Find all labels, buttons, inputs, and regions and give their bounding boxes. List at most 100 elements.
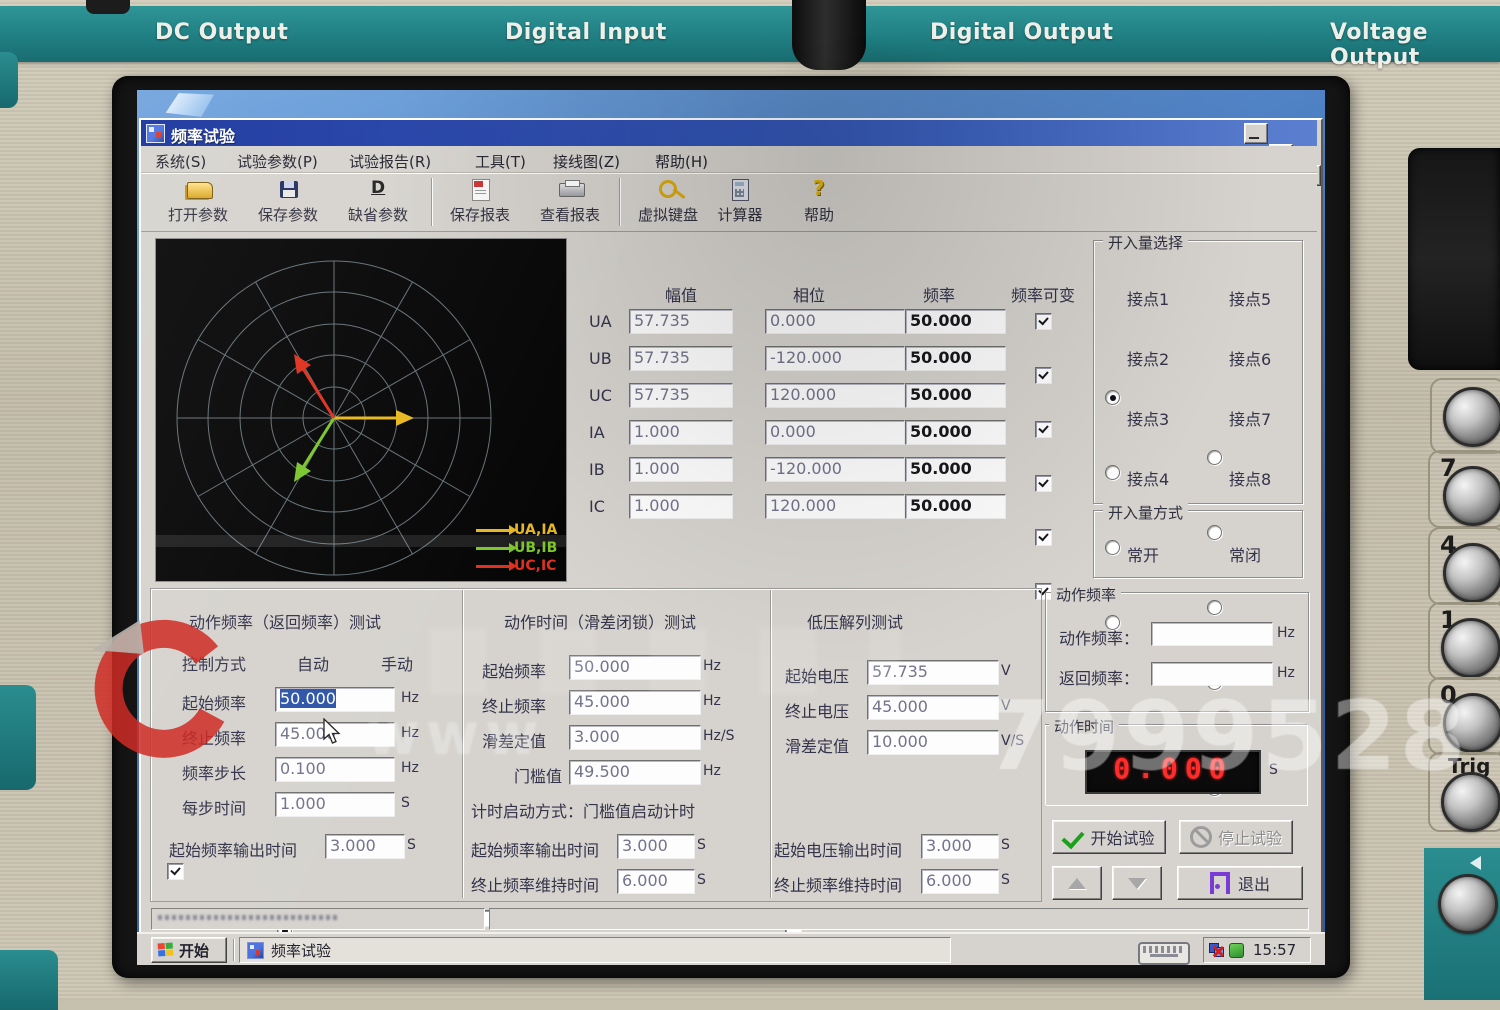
vt-end-volt-label: 终止电压 xyxy=(785,698,849,722)
step-time-input[interactable]: 1.000 xyxy=(275,792,395,817)
start-menu-button[interactable]: 开始 xyxy=(151,937,227,963)
amp-input-uc[interactable]: 57.735 xyxy=(629,383,733,408)
freq-input-ub[interactable]: 50.000 xyxy=(905,346,1006,371)
tt-threshold-input[interactable]: 49.500 xyxy=(569,760,701,785)
phase-input-ia[interactable]: 0.000 xyxy=(765,420,905,445)
menu-wiring-diagram[interactable]: 接线图(Z) xyxy=(553,151,620,172)
vt-start-volt-label: 起始电压 xyxy=(785,663,849,687)
keypad-enclosure-0: 0 xyxy=(1428,677,1500,755)
freq-test-title[interactable]: 动作频率（返回频率）测试 xyxy=(189,609,381,633)
amp-input-ua[interactable]: 57.735 xyxy=(629,309,733,334)
freq-variable-checkbox-ua[interactable] xyxy=(1035,313,1052,330)
step-down-button[interactable] xyxy=(1112,866,1162,900)
menu-test-report[interactable]: 试验报告(R) xyxy=(349,151,431,172)
keyboard-tray-icon[interactable] xyxy=(1138,942,1190,965)
contact-mode-title: 开入量方式 xyxy=(1103,502,1188,523)
tt-output-time-label: 起始频率输出时间 xyxy=(471,837,599,861)
amp-input-ia[interactable]: 1.000 xyxy=(629,420,733,445)
start-freq-input[interactable]: 50.000 xyxy=(275,687,395,712)
vt-hold-time-input[interactable]: 6.000 xyxy=(921,869,999,894)
radio-label-contact-3[interactable]: 接点3 xyxy=(1127,406,1169,430)
toolbar-view-report[interactable]: 查看报表 xyxy=(531,176,609,228)
vt-start-volt-input[interactable]: 57.735 xyxy=(867,660,999,685)
app-icon-detail-red xyxy=(156,132,161,138)
menu-help[interactable]: 帮助(H) xyxy=(655,151,708,172)
toolbar-open-params[interactable]: 打开参数 xyxy=(159,176,237,228)
tt-output-time-input[interactable]: 3.000 xyxy=(617,834,695,859)
phase-input-ub[interactable]: -120.000 xyxy=(765,346,905,371)
start-test-button[interactable]: 开始试验 xyxy=(1052,820,1166,854)
radio-contact-5[interactable] xyxy=(1207,450,1222,465)
amp-input-ub[interactable]: 57.735 xyxy=(629,346,733,371)
radio-label-contact-7[interactable]: 接点7 xyxy=(1229,406,1271,430)
radio-label-auto[interactable]: 自动 xyxy=(297,651,329,675)
step-up-button[interactable] xyxy=(1052,866,1102,900)
time-test-title[interactable]: 动作时间（滑差闭锁）测试 xyxy=(504,609,696,633)
radio-contact-2[interactable] xyxy=(1105,465,1120,480)
radio-label-normally-closed[interactable]: 常闭 xyxy=(1229,542,1261,566)
freq-input-ua[interactable]: 50.000 xyxy=(905,309,1006,334)
vector-ub xyxy=(302,418,334,469)
vt-output-time-input[interactable]: 3.000 xyxy=(921,834,999,859)
radio-label-normally-open[interactable]: 常开 xyxy=(1127,542,1159,566)
radio-label-contact-4[interactable]: 接点4 xyxy=(1127,466,1169,490)
contact-select-group xyxy=(1093,240,1303,504)
device-left-trim-top xyxy=(0,52,18,108)
amp-input-ic[interactable]: 1.000 xyxy=(629,494,733,519)
row-label: IA xyxy=(589,423,605,442)
freq-variable-checkbox-ib[interactable] xyxy=(1035,529,1052,546)
contact-select-title: 开入量选择 xyxy=(1103,232,1188,253)
row-label: UC xyxy=(589,386,612,405)
tray-status-icon[interactable] xyxy=(1229,943,1244,958)
vt-end-volt-input[interactable]: 45.000 xyxy=(867,695,999,720)
toolbar-save-params[interactable]: 保存参数 xyxy=(249,176,327,228)
phase-input-ib[interactable]: -120.000 xyxy=(765,457,905,482)
toolbar-default-params[interactable]: D 缺省参数 xyxy=(339,176,417,228)
radio-label-manual[interactable]: 手动 xyxy=(381,651,413,675)
taskbar-task-freq-test[interactable]: 频率试验 xyxy=(239,937,951,963)
stop-test-button[interactable]: 停止试验 xyxy=(1179,820,1293,854)
tt-hold-time-input[interactable]: 6.000 xyxy=(617,869,695,894)
legend-row-ua: UA,IA xyxy=(476,522,557,538)
desktop-icon[interactable] xyxy=(164,90,216,121)
tt-start-freq-input[interactable]: 50.000 xyxy=(569,655,701,680)
radio-label-contact-6[interactable]: 接点6 xyxy=(1229,346,1271,370)
tt-slip-input[interactable]: 3.000 xyxy=(569,725,701,750)
toolbar-save-report[interactable]: 保存报表 xyxy=(441,176,519,228)
start-freq-output-time-input[interactable]: 3.000 xyxy=(325,834,405,859)
freq-input-ib[interactable]: 50.000 xyxy=(905,457,1006,482)
tt-end-freq-input[interactable]: 45.000 xyxy=(569,690,701,715)
freq-step-input[interactable]: 0.100 xyxy=(275,757,395,782)
menu-test-params[interactable]: 试验参数(P) xyxy=(237,151,318,172)
menu-system[interactable]: 系统(S) xyxy=(155,151,206,172)
network-status-icon[interactable] xyxy=(1209,943,1224,957)
freq-variable-checkbox-ia[interactable] xyxy=(1035,475,1052,492)
radio-label-contact-5[interactable]: 接点5 xyxy=(1229,286,1271,310)
radio-label-contact-2[interactable]: 接点2 xyxy=(1127,346,1169,370)
freq-step-label: 频率步长 xyxy=(182,760,246,784)
freq-input-uc[interactable]: 50.000 xyxy=(905,383,1006,408)
freq-variable-checkbox-ub[interactable] xyxy=(1035,367,1052,384)
minimize-button[interactable] xyxy=(1244,123,1268,144)
amp-input-ib[interactable]: 1.000 xyxy=(629,457,733,482)
freq-input-ic[interactable]: 50.000 xyxy=(905,494,1006,519)
phase-input-ic[interactable]: 120.000 xyxy=(765,494,905,519)
window-titlebar[interactable]: 频率试验 xyxy=(141,120,1317,146)
exit-button[interactable]: 退出 xyxy=(1177,866,1303,900)
phase-input-uc[interactable]: 120.000 xyxy=(765,383,905,408)
vt-slip-input[interactable]: 10.000 xyxy=(867,730,999,755)
timer-start-note: 计时启动方式：门槛值启动计时 xyxy=(471,798,695,822)
freq-test-checkbox[interactable] xyxy=(167,863,184,880)
freq-input-ia[interactable]: 50.000 xyxy=(905,420,1006,445)
phase-input-ua[interactable]: 0.000 xyxy=(765,309,905,334)
toolbar-virtual-keyboard[interactable]: 虚拟键盘 xyxy=(629,176,707,228)
radio-label-contact-1[interactable]: 接点1 xyxy=(1127,286,1169,310)
menu-tools[interactable]: 工具(T) xyxy=(475,151,526,172)
voltage-test-title[interactable]: 低压解列测试 xyxy=(807,609,903,633)
toolbar-calculator[interactable]: 计算器 xyxy=(707,176,773,228)
toolbar-help[interactable]: ? 帮助 xyxy=(789,176,849,228)
task-app-icon xyxy=(247,942,264,959)
radio-label-contact-8[interactable]: 接点8 xyxy=(1229,466,1271,490)
freq-variable-checkbox-uc[interactable] xyxy=(1035,421,1052,438)
radio-contact-1[interactable] xyxy=(1105,390,1120,405)
